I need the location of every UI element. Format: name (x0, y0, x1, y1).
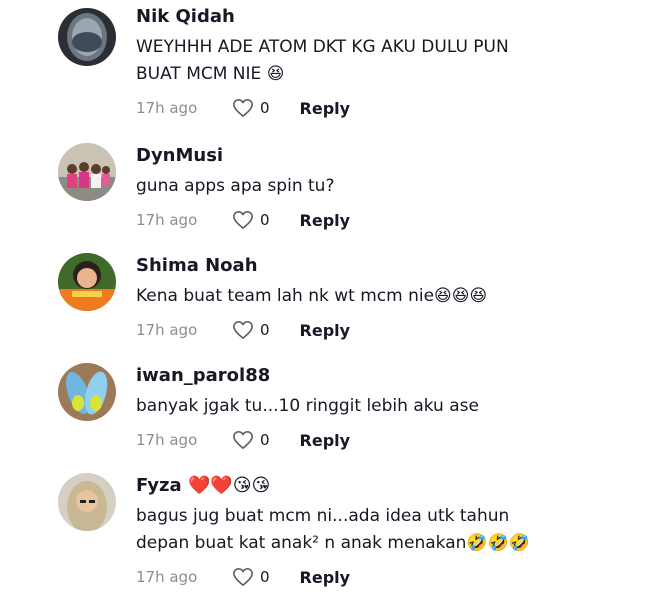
comment-text: guna apps apa spin tu? (136, 176, 335, 196)
comment-username-text: Nik Qidah (136, 6, 235, 27)
heart-icon (233, 211, 253, 229)
comment-text: bagus jug buat mcm ni...ada idea utk tah… (136, 506, 530, 553)
reply-button[interactable]: Reply (300, 321, 351, 340)
comment-username-text: iwan_parol88 (136, 365, 271, 386)
like-count: 0 (260, 99, 270, 117)
comment-username[interactable]: Fyza ❤️❤️😘😘 (136, 475, 639, 499)
comment-meta: 17h ago 0 Reply (136, 96, 639, 120)
comment-timestamp: 17h ago (136, 211, 198, 229)
avatar[interactable] (58, 473, 116, 531)
reply-button[interactable]: Reply (300, 211, 351, 230)
comment-meta: 17h ago 0 Reply (136, 318, 639, 342)
like-button[interactable]: 0 (232, 320, 270, 340)
comment-text: WEYHHH ADE ATOM DKT KG AKU DULU PUN BUAT… (136, 37, 509, 84)
like-count: 0 (260, 321, 270, 339)
reply-button[interactable]: Reply (300, 431, 351, 450)
avatar[interactable] (58, 143, 116, 201)
avatar-window-photo (58, 8, 116, 66)
like-count: 0 (260, 431, 270, 449)
avatar[interactable] (58, 8, 116, 66)
comment-meta: 17h ago 0 Reply (136, 565, 639, 589)
avatar[interactable] (58, 253, 116, 311)
comment-username[interactable]: Shima Noah (136, 255, 639, 279)
comment-meta: 17h ago 0 Reply (136, 208, 639, 232)
comment-text: banyak jgak tu...10 ringgit lebih aku as… (136, 396, 479, 416)
like-count: 0 (260, 568, 270, 586)
heart-icon (233, 321, 253, 339)
heart-icon (233, 568, 253, 586)
comment-timestamp: 17h ago (136, 99, 198, 117)
username-emoji: ❤️❤️😘😘 (181, 475, 271, 496)
like-button[interactable]: 0 (232, 98, 270, 118)
avatar-hijab-photo (58, 473, 116, 531)
like-button[interactable]: 0 (232, 430, 270, 450)
comment-meta: 17h ago 0 Reply (136, 428, 639, 452)
comment-username-text: Fyza (136, 475, 182, 496)
comment-username[interactable]: DynMusi (136, 145, 639, 169)
heart-icon (233, 99, 253, 117)
comment-timestamp: 17h ago (136, 321, 198, 339)
heart-icon (233, 431, 253, 449)
comment-username-text: DynMusi (136, 145, 224, 166)
comment-timestamp: 17h ago (136, 568, 198, 586)
avatar-woman-photo (58, 253, 116, 311)
comment-text: Kena buat team lah nk wt mcm nie😆😆😆 (136, 286, 488, 306)
like-button[interactable]: 0 (232, 210, 270, 230)
comment-username-text: Shima Noah (136, 255, 258, 276)
reply-button[interactable]: Reply (300, 568, 351, 587)
comment-username[interactable]: iwan_parol88 (136, 365, 639, 389)
avatar-shoes-photo (58, 363, 116, 421)
comment-username[interactable]: Nik Qidah (136, 6, 639, 30)
like-count: 0 (260, 211, 270, 229)
like-button[interactable]: 0 (232, 567, 270, 587)
avatar-group-photo (58, 143, 116, 201)
reply-button[interactable]: Reply (300, 99, 351, 118)
comment-list: Nik Qidah WEYHHH ADE ATOM DKT KG AKU DUL… (0, 0, 659, 595)
comment-timestamp: 17h ago (136, 431, 198, 449)
avatar[interactable] (58, 363, 116, 421)
